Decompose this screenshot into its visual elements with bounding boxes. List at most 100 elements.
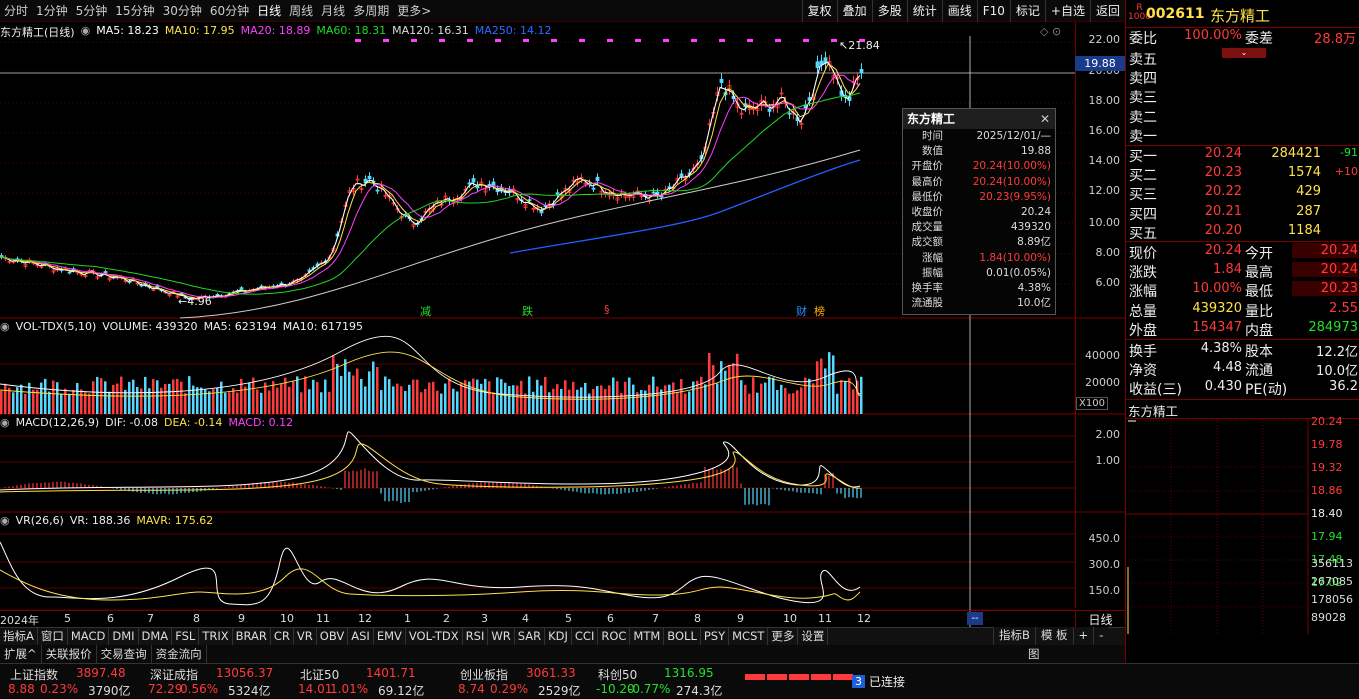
breadth-bars-icon bbox=[745, 674, 853, 680]
extension-tab-0[interactable]: 扩展^ bbox=[0, 645, 42, 663]
event-mark[interactable]: 财 bbox=[796, 303, 807, 319]
indicator-tab-1[interactable]: 窗口 bbox=[38, 628, 68, 645]
event-mark[interactable]: 榜 bbox=[814, 303, 825, 319]
indicator-tab-2[interactable]: MACD bbox=[68, 628, 110, 645]
extension-tab-2[interactable]: 交易查询 bbox=[97, 645, 152, 663]
indicator-tab-8[interactable]: CR bbox=[271, 628, 294, 645]
extension-tab-1[interactable]: 关联报价 bbox=[42, 645, 97, 663]
extension-tab-3[interactable]: 资金流向 bbox=[152, 645, 207, 663]
period-tab-1[interactable]: 1分钟 bbox=[32, 2, 72, 19]
sell-level[interactable]: 卖三 bbox=[1126, 87, 1359, 106]
tool-button-5[interactable]: F10 bbox=[976, 0, 1010, 22]
period-tab-6[interactable]: 日线 bbox=[253, 2, 285, 19]
indicator-tab-20[interactable]: MTM bbox=[630, 628, 665, 645]
tool-button-7[interactable]: +自选 bbox=[1044, 0, 1090, 22]
index-name[interactable]: 上证指数 bbox=[10, 666, 58, 683]
event-mark[interactable]: 跌 bbox=[522, 303, 533, 319]
chart-icon-tab[interactable]: 图 bbox=[1028, 645, 1040, 663]
date-tick: 7 bbox=[652, 612, 659, 625]
main-legend: 东方精工(日线) ◉ MA5: 18.23 MA10: 17.95 MA20: … bbox=[0, 24, 552, 40]
mini-vol-tick: 89028 bbox=[1311, 611, 1346, 624]
index-name[interactable]: 深证成指 bbox=[150, 666, 198, 683]
buy-level[interactable]: 买四 20.21 287 bbox=[1126, 204, 1359, 223]
indicator-tab-19[interactable]: ROC bbox=[598, 628, 631, 645]
indicator-tab-14[interactable]: RSI bbox=[463, 628, 489, 645]
index-name[interactable]: 科创50 bbox=[598, 666, 637, 683]
period-tab-9[interactable]: 多周期 bbox=[349, 2, 393, 19]
buy-level[interactable]: 买二 20.23 1574 +10 bbox=[1126, 165, 1359, 184]
chart-area[interactable]: 东方精工(日线) ◉ MA5: 18.23 MA10: 17.95 MA20: … bbox=[0, 22, 1125, 627]
connection-status[interactable]: 3 已连接 bbox=[852, 673, 905, 690]
buy-level[interactable]: 买三 20.22 429 bbox=[1126, 184, 1359, 203]
legend-dropdown-icon[interactable]: ◉ bbox=[81, 24, 91, 40]
event-mark[interactable]: § bbox=[604, 303, 610, 316]
sell-label: 卖一 bbox=[1129, 128, 1157, 145]
period-tab-3[interactable]: 15分钟 bbox=[111, 2, 158, 19]
sell-level[interactable]: 卖一 bbox=[1126, 126, 1359, 145]
tool-button-0[interactable]: 复权 bbox=[801, 0, 837, 22]
macd-dropdown-icon[interactable]: ◉ bbox=[0, 416, 10, 429]
date-tick: 11 bbox=[818, 612, 832, 625]
sell-level[interactable]: 卖二 bbox=[1126, 107, 1359, 126]
indicator-right-tab-3[interactable]: - bbox=[1093, 627, 1108, 645]
period-tab-0[interactable]: 分时 bbox=[0, 2, 32, 19]
high-value: 21.84 bbox=[848, 39, 880, 52]
indicator-tabs-right: 指标B 模 板 + - bbox=[993, 627, 1109, 645]
indicator-tab-3[interactable]: DMI bbox=[109, 628, 139, 645]
indicator-tab-12[interactable]: EMV bbox=[374, 628, 406, 645]
period-tab-4[interactable]: 30分钟 bbox=[159, 2, 206, 19]
vr-dropdown-icon[interactable]: ◉ bbox=[0, 514, 10, 527]
tool-button-2[interactable]: 多股 bbox=[871, 0, 907, 22]
indicator-tab-5[interactable]: FSL bbox=[172, 628, 200, 645]
tool-button-6[interactable]: 标记 bbox=[1009, 0, 1045, 22]
tool-button-3[interactable]: 统计 bbox=[906, 0, 942, 22]
period-tab-8[interactable]: 月线 bbox=[317, 2, 349, 19]
indicator-tab-21[interactable]: BOLL bbox=[664, 628, 701, 645]
indicator-tab-15[interactable]: WR bbox=[488, 628, 515, 645]
info-key: 开盘价 bbox=[911, 160, 944, 173]
info-key: 数值 bbox=[922, 145, 943, 158]
buy-label: 买二 bbox=[1129, 168, 1157, 185]
vol-axis: 40000 20000 X100 bbox=[1075, 318, 1125, 414]
sell-level[interactable]: 卖五 bbox=[1126, 49, 1359, 68]
tool-button-1[interactable]: 叠加 bbox=[836, 0, 872, 22]
indicator-tab-13[interactable]: VOL-TDX bbox=[406, 628, 463, 645]
stat-value-2: 20.24 bbox=[1292, 243, 1358, 258]
vol-dropdown-icon[interactable]: ◉ bbox=[0, 320, 10, 333]
indicator-right-tab-1[interactable]: 模 板 bbox=[1034, 627, 1073, 645]
tool-button-8[interactable]: 返回 bbox=[1089, 0, 1125, 22]
close-icon[interactable]: ✕ bbox=[1040, 109, 1050, 129]
indicator-tab-25[interactable]: 设置 bbox=[798, 628, 829, 645]
indicator-tab-17[interactable]: KDJ bbox=[545, 628, 572, 645]
indicator-tab-0[interactable]: 指标A bbox=[0, 628, 38, 645]
indicator-tab-18[interactable]: CCI bbox=[572, 628, 599, 645]
indicator-tab-24[interactable]: 更多 bbox=[768, 628, 799, 645]
indicator-tab-7[interactable]: BRAR bbox=[233, 628, 271, 645]
stock-name: 东方精工 bbox=[1210, 7, 1271, 25]
indicator-tab-9[interactable]: VR bbox=[294, 628, 317, 645]
period-tab-5[interactable]: 60分钟 bbox=[206, 2, 253, 19]
period-tab-2[interactable]: 5分钟 bbox=[72, 2, 112, 19]
indicator-right-tab-2[interactable]: + bbox=[1072, 627, 1094, 645]
buy-level[interactable]: 买一 20.24 284421 -91 bbox=[1126, 146, 1359, 165]
tool-button-4[interactable]: 画线 bbox=[941, 0, 977, 22]
indicator-tab-23[interactable]: MCST bbox=[729, 628, 769, 645]
index-name[interactable]: 创业板指 bbox=[460, 666, 508, 683]
sell-level[interactable]: 卖四 bbox=[1126, 68, 1359, 87]
index-name[interactable]: 北证50 bbox=[300, 666, 339, 683]
indicator-tab-16[interactable]: SAR bbox=[515, 628, 546, 645]
event-mark[interactable]: 减 bbox=[420, 303, 431, 319]
stat-label: 总量 bbox=[1129, 303, 1157, 320]
indicator-tab-11[interactable]: ASI bbox=[348, 628, 374, 645]
chart-options-icon[interactable]: ◇ ⊙ bbox=[1040, 25, 1061, 38]
date-tick: 7 bbox=[147, 612, 154, 625]
indicator-tab-10[interactable]: OBV bbox=[317, 628, 349, 645]
indicator-right-tab-0[interactable]: 指标B bbox=[993, 627, 1035, 645]
period-tab-7[interactable]: 周线 bbox=[285, 2, 317, 19]
indicator-tab-6[interactable]: TRIX bbox=[199, 628, 233, 645]
buy-level[interactable]: 买五 20.20 1184 bbox=[1126, 223, 1359, 242]
badge-text: R bbox=[1136, 3, 1143, 13]
indicator-tab-22[interactable]: PSY bbox=[701, 628, 730, 645]
period-tab-10[interactable]: 更多> bbox=[393, 2, 435, 19]
indicator-tab-4[interactable]: DMA bbox=[139, 628, 173, 645]
